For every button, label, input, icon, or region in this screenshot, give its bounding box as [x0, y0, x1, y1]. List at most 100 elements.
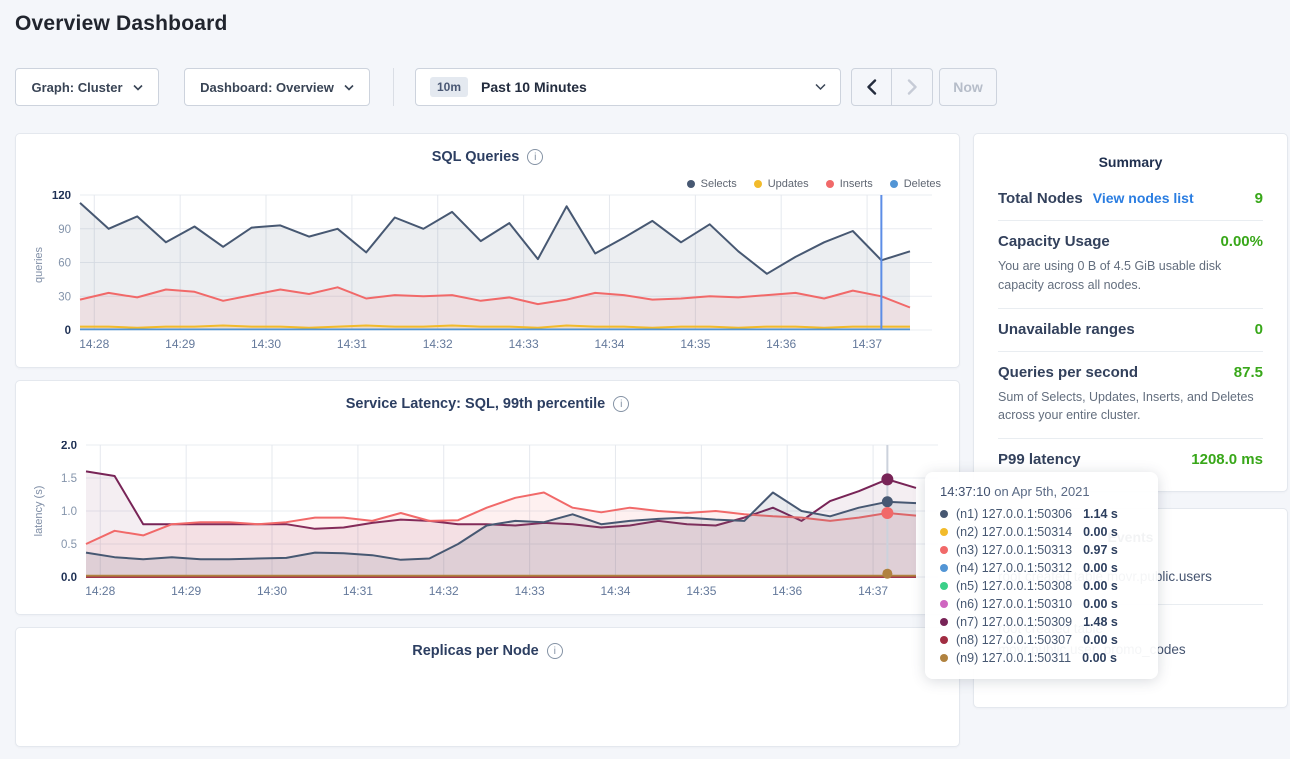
series-dot-icon [940, 600, 948, 608]
tooltip-value: 0.00 s [1083, 579, 1118, 593]
legend-dot-icon [754, 180, 762, 188]
summary-row-label: P99 latency [998, 451, 1081, 468]
tooltip-value: 0.97 s [1083, 543, 1118, 557]
summary-title: Summary [998, 154, 1263, 170]
tooltip-row: (n1) 127.0.0.1:50306 1.14 s [940, 505, 1146, 523]
tooltip-row: (n7) 127.0.0.1:50309 1.48 s [940, 613, 1146, 631]
svg-text:90: 90 [58, 224, 71, 236]
summary-row-label: Total Nodes [998, 190, 1083, 207]
tooltip-node: (n5) 127.0.0.1:50308 [956, 579, 1072, 593]
svg-text:14:29: 14:29 [171, 584, 201, 598]
svg-text:14:37: 14:37 [858, 584, 888, 598]
tooltip-node: (n3) 127.0.0.1:50313 [956, 543, 1072, 557]
time-prev-button[interactable] [852, 69, 892, 105]
summary-row-label: Queries per second [998, 364, 1138, 381]
tooltip-date: on Apr 5th, 2021 [994, 484, 1089, 499]
svg-text:1.0: 1.0 [61, 506, 77, 518]
legend-item-selects[interactable]: Selects [687, 178, 737, 190]
tooltip-row: (n4) 127.0.0.1:503120.00 s [940, 559, 1146, 577]
charts-column: SQL Queries i Selects Updates Inserts Delet… [15, 133, 960, 759]
summary-row-value: 9 [1255, 190, 1263, 207]
sql-queries-plot[interactable]: 030609012014:2814:2914:3014:3114:3214:33… [16, 191, 960, 363]
svg-text:1.5: 1.5 [61, 473, 77, 485]
series-dot-icon [940, 546, 948, 554]
time-nav-group [851, 68, 933, 106]
tooltip-row: (n2) 127.0.0.1:503140.00 s [940, 523, 1146, 541]
chevron-right-icon [907, 79, 918, 95]
time-next-button[interactable] [892, 69, 932, 105]
tooltip-node: (n6) 127.0.0.1:50310 [956, 597, 1072, 611]
graph-dropdown-label: Graph: Cluster [31, 80, 122, 95]
series-dot-icon [940, 654, 948, 662]
legend-item-deletes[interactable]: Deletes [890, 178, 941, 190]
svg-text:0.0: 0.0 [61, 572, 77, 584]
summary-row-value: 0.00% [1220, 233, 1263, 250]
graph-dropdown[interactable]: Graph: Cluster [15, 68, 159, 106]
controls-divider [393, 68, 394, 106]
summary-row-description: Sum of Selects, Updates, Inserts, and De… [998, 388, 1263, 426]
summary-panel: Summary Total Nodes View nodes list 9 Capac… [973, 133, 1288, 492]
chart-tooltip: 14:37:10 on Apr 5th, 2021 (n1) 127.0.0.1… [925, 472, 1158, 679]
svg-text:14:30: 14:30 [251, 337, 281, 351]
legend-item-inserts[interactable]: Inserts [826, 178, 873, 190]
time-range-picker[interactable]: 10m Past 10 Minutes [415, 68, 841, 106]
legend-item-updates[interactable]: Updates [754, 178, 809, 190]
chart-title: Service Latency: SQL, 99th percentile [346, 396, 606, 412]
svg-text:120: 120 [52, 191, 71, 202]
chevron-down-icon [344, 84, 354, 91]
service-latency-panel: Service Latency: SQL, 99th percentile i … [15, 380, 960, 615]
svg-text:14:30: 14:30 [257, 584, 287, 598]
tooltip-node: (n4) 127.0.0.1:50312 [956, 561, 1072, 575]
overview-dashboard-page: Overview Dashboard Graph: Cluster Dashbo… [0, 0, 1290, 689]
legend-dot-icon [826, 180, 834, 188]
dashboard-dropdown[interactable]: Dashboard: Overview [184, 68, 370, 106]
tooltip-time: 14:37:10 [940, 484, 991, 499]
tooltip-value: 1.14 s [1083, 507, 1118, 521]
sql-queries-legend: Selects Updates Inserts Deletes [687, 178, 941, 190]
chart-title: Replicas per Node [412, 643, 539, 659]
svg-text:14:33: 14:33 [509, 337, 539, 351]
info-icon[interactable]: i [527, 149, 543, 165]
chevron-left-icon [866, 79, 877, 95]
summary-row: Queries per second87.5Sum of Selects, Up… [998, 352, 1263, 440]
tooltip-node: (n2) 127.0.0.1:50314 [956, 525, 1072, 539]
summary-row-value: 1208.0 ms [1191, 451, 1263, 468]
now-button[interactable]: Now [939, 68, 997, 106]
svg-text:14:33: 14:33 [515, 584, 545, 598]
summary-row: Total Nodes View nodes list 9 [998, 178, 1263, 221]
tooltip-value: 1.48 s [1083, 615, 1118, 629]
summary-row: Capacity Usage0.00%You are using 0 B of … [998, 221, 1263, 309]
service-latency-plot[interactable]: 0.00.51.01.52.014:2814:2914:3014:3114:32… [16, 441, 960, 613]
tooltip-node: (n9) 127.0.0.1:50311 [956, 651, 1071, 665]
summary-row-value: 0 [1255, 321, 1263, 338]
svg-text:14:32: 14:32 [429, 584, 459, 598]
dashboard-dropdown-label: Dashboard: Overview [200, 80, 334, 95]
svg-text:14:29: 14:29 [165, 337, 195, 351]
series-dot-icon [940, 618, 948, 626]
info-icon[interactable]: i [613, 396, 629, 412]
info-icon[interactable]: i [547, 643, 563, 659]
view-nodes-link[interactable]: View nodes list [1093, 190, 1194, 206]
sql-queries-header: SQL Queries i [16, 134, 959, 165]
tooltip-node: (n1) 127.0.0.1:50306 [956, 507, 1072, 521]
chevron-down-icon [133, 84, 143, 91]
page-title: Overview Dashboard [15, 12, 228, 36]
replicas-per-node-header: Replicas per Node i [16, 628, 959, 659]
svg-text:14:36: 14:36 [772, 584, 802, 598]
svg-text:0: 0 [65, 325, 71, 337]
series-dot-icon [940, 528, 948, 536]
svg-text:2.0: 2.0 [61, 441, 77, 452]
replicas-per-node-panel: Replicas per Node i [15, 627, 960, 747]
svg-text:14:28: 14:28 [85, 584, 115, 598]
tooltip-node: (n8) 127.0.0.1:50307 [956, 633, 1072, 647]
tooltip-row: (n8) 127.0.0.1:50307 0.00 s [940, 631, 1146, 649]
tooltip-node: (n7) 127.0.0.1:50309 [956, 615, 1072, 629]
tooltip-row: (n3) 127.0.0.1:50313 0.97 s [940, 541, 1146, 559]
tooltip-value: 0.00 s [1083, 633, 1118, 647]
tooltip-row: (n6) 127.0.0.1:503100.00 s [940, 595, 1146, 613]
series-dot-icon [940, 582, 948, 590]
tooltip-row: (n9) 127.0.0.1:503110.00 s [940, 649, 1146, 667]
tooltip-row: (n5) 127.0.0.1:50308 0.00 s [940, 577, 1146, 595]
summary-row-description: You are using 0 B of 4.5 GiB usable disk… [998, 257, 1263, 295]
series-dot-icon [940, 564, 948, 572]
